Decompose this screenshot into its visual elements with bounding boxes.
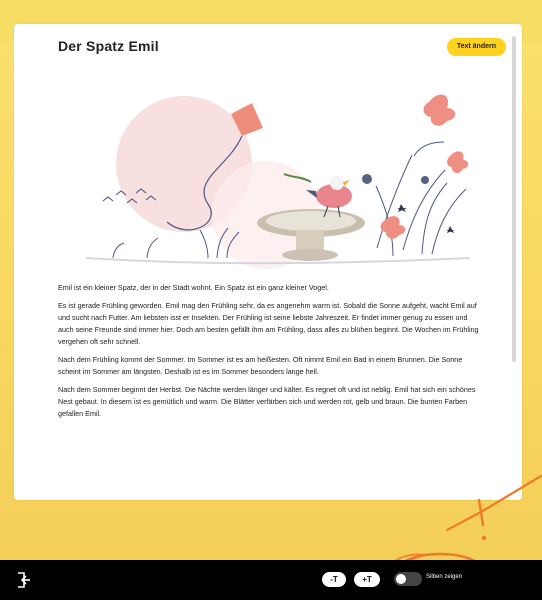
exit-icon[interactable] [16,571,34,589]
bottom-toolbar: -T +T Silben zeigen [0,560,542,600]
app-screen: Der Spatz Emil Text ändern Emil ist ein … [0,0,542,600]
story-paragraph-1: Emil ist ein kleiner Spatz, der in der S… [58,283,329,292]
change-text-button[interactable]: Text ändern [446,38,506,56]
story-paragraph-4: Nach dem Sommer beginnt der Herbst. Die … [58,385,476,418]
story-text: Emil ist ein kleiner Spatz, der in der S… [58,282,482,426]
story-illustration [85,94,471,269]
content-scrollbar[interactable] [512,36,516,362]
story-paragraph-3: Nach dem Frühling kommt der Sommer. Im S… [58,355,463,376]
font-increase-button[interactable]: +T [354,572,380,587]
story-card: Der Spatz Emil Text ändern Emil ist ein … [14,24,522,500]
story-paragraph-2: Es ist gerade Frühling geworden. Emil ma… [58,301,479,346]
syllables-toggle-label: Silben zeigen [426,574,463,580]
syllables-toggle[interactable] [394,572,422,586]
illustration-background [116,96,320,269]
flowers-icon [362,94,469,239]
font-decrease-button[interactable]: -T [322,572,346,587]
toggle-knob [396,574,406,584]
page-title: Der Spatz Emil [58,38,159,54]
